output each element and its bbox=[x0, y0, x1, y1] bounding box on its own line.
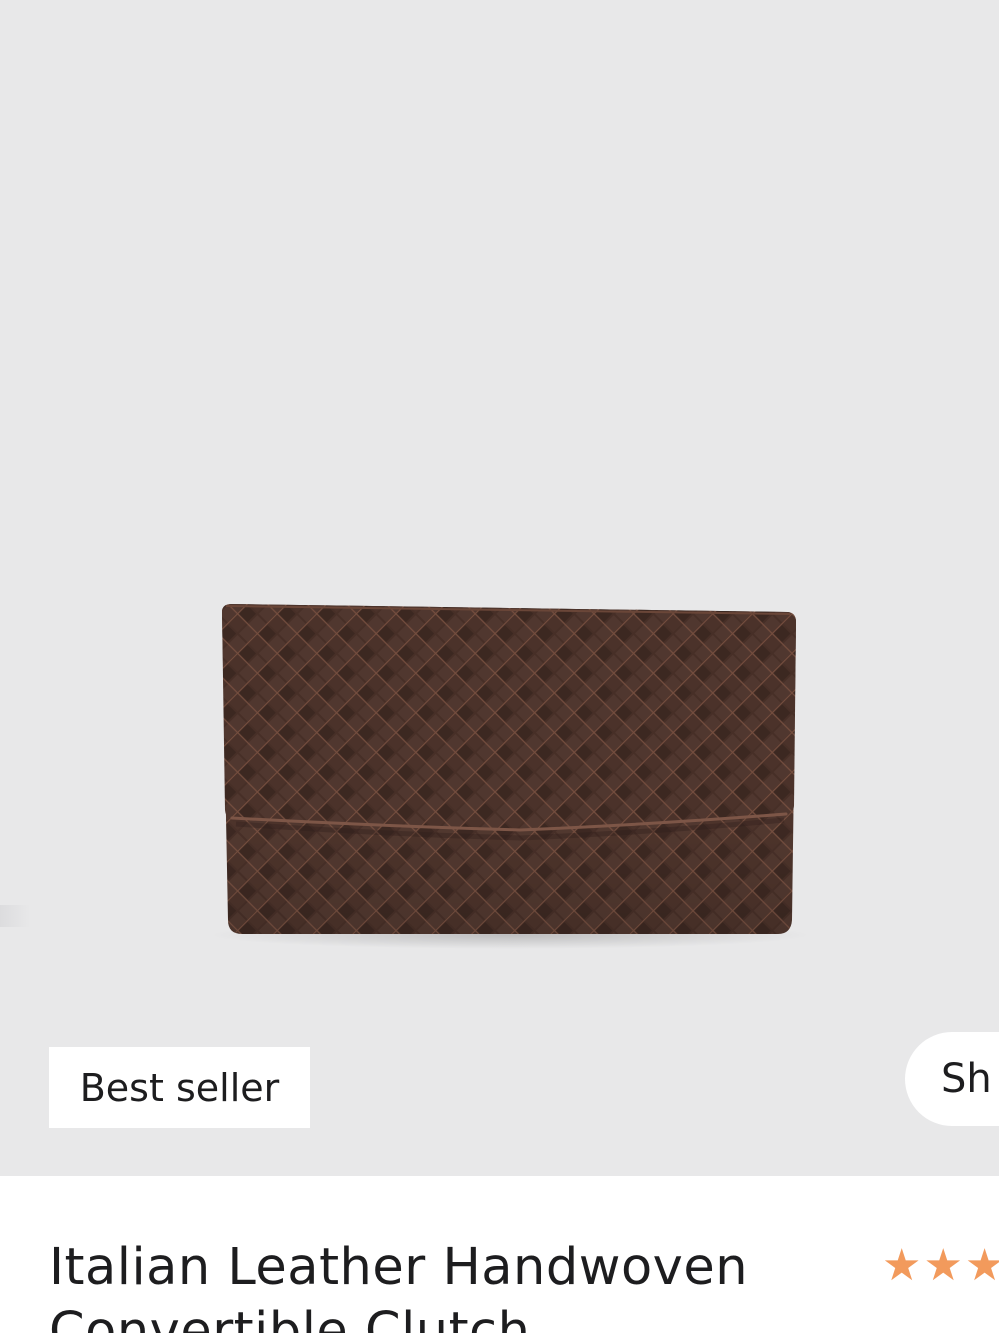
product-image[interactable]: Best seller Sh bbox=[0, 0, 999, 1176]
woven-clutch-image bbox=[210, 604, 810, 949]
rating-stars: ★★★ bbox=[882, 1240, 999, 1291]
product-card[interactable]: Best seller Sh Italian Leather Handwoven… bbox=[0, 0, 999, 1333]
best-seller-badge: Best seller bbox=[49, 1047, 310, 1128]
product-title[interactable]: Italian Leather Handwoven Convertible Cl… bbox=[49, 1236, 839, 1333]
shop-similar-button[interactable]: Sh bbox=[905, 1032, 999, 1126]
